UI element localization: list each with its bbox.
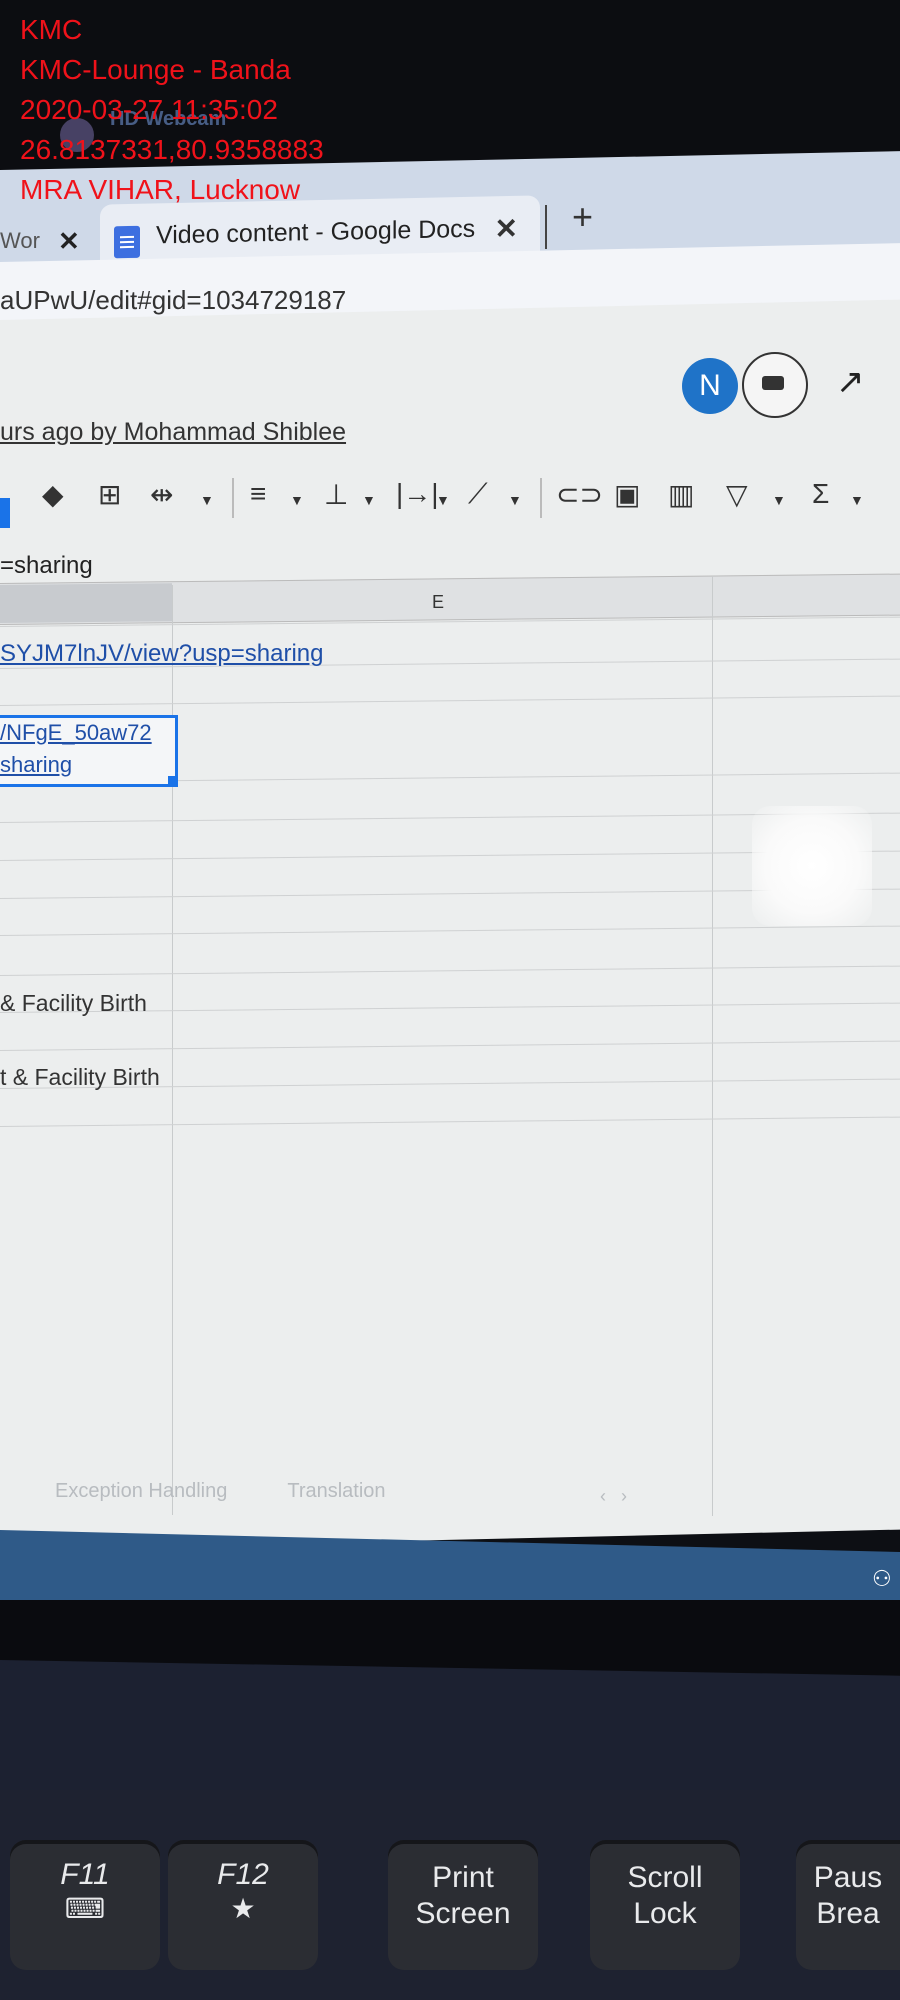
chevron-down-icon[interactable]: ▼ — [200, 492, 214, 508]
key-label: Brea — [816, 1897, 880, 1930]
close-icon[interactable]: ✕ — [495, 212, 518, 245]
key-label: Screen — [415, 1897, 511, 1930]
chevron-down-icon[interactable]: ▼ — [508, 492, 522, 508]
grid-col-line — [712, 576, 713, 1516]
activity-trend-icon[interactable]: ↗ — [836, 362, 865, 402]
insert-comment-icon[interactable]: ▣ — [614, 478, 640, 511]
text-rotate-icon[interactable]: ⟋ — [468, 478, 488, 511]
screen-glare — [752, 806, 872, 926]
insert-link-icon[interactable]: ⊂⊃ — [556, 478, 603, 511]
sheet-tab-exception-handling[interactable]: Exception Handling — [55, 1480, 227, 1502]
borders-icon[interactable]: ⊞ — [98, 478, 121, 511]
cell-link[interactable]: SYJM7lnJV/view?usp=sharing — [0, 640, 324, 668]
column-header-selected[interactable] — [0, 583, 172, 623]
tab-divider — [545, 205, 547, 249]
keyboard-icon: ⌨ — [64, 1893, 106, 1924]
merge-cells-icon[interactable]: ⇹ — [150, 478, 173, 511]
key-label: Scroll — [627, 1861, 703, 1894]
key-scroll-lock[interactable]: Scroll Lock — [590, 1840, 740, 1970]
overlay-coordinates: 26.8137331,80.9358883 — [20, 134, 324, 165]
key-label: F11 — [60, 1858, 110, 1891]
present-chat-icon[interactable] — [742, 352, 808, 418]
text-color-indicator — [0, 498, 10, 528]
text-wrap-icon[interactable]: |→| — [396, 478, 439, 510]
google-docs-icon — [114, 225, 140, 259]
key-label: Paus — [813, 1861, 883, 1894]
camera-overlay: KMC KMC-Lounge - Banda 2020-03-27 11:35:… — [20, 10, 324, 210]
cell-text[interactable]: & Facility Birth — [0, 990, 147, 1017]
key-f12[interactable]: F12 ★ — [168, 1840, 318, 1970]
tab-title: Video content - Google Docs — [156, 214, 476, 250]
browser-tab-inactive[interactable]: Wor ✕ — [0, 215, 80, 267]
insert-chart-icon[interactable]: ▥ — [668, 478, 694, 511]
cell-text[interactable]: t & Facility Birth — [0, 1064, 160, 1091]
key-label: Print — [432, 1861, 494, 1894]
close-icon[interactable]: ✕ — [58, 226, 80, 257]
key-label: F12 — [217, 1858, 269, 1891]
sheet-scroll-arrows-icon[interactable]: ‹ › — [600, 1486, 627, 1507]
fill-handle[interactable] — [168, 776, 177, 785]
last-edit-link[interactable]: urs ago by Mohammad Shiblee — [0, 418, 346, 447]
key-label: Lock — [633, 1897, 697, 1930]
overlay-line-2: KMC-Lounge - Banda — [20, 54, 291, 85]
vertical-align-icon[interactable]: ⊥ — [324, 478, 348, 511]
sheet-tab-bar: Exception Handling Translation — [55, 1480, 446, 1503]
key-pause-break[interactable]: Paus Brea — [796, 1840, 900, 1970]
cell-link[interactable]: sharing — [0, 752, 72, 778]
align-left-icon[interactable]: ≡ — [250, 478, 266, 510]
chevron-down-icon[interactable]: ▼ — [362, 492, 376, 508]
chevron-down-icon[interactable]: ▼ — [290, 492, 304, 508]
tab-title: Wor — [0, 228, 40, 253]
new-tab-button[interactable]: + — [572, 196, 593, 238]
cell-link[interactable]: /NFgE_50aw72 — [0, 720, 152, 746]
star-icon: ★ — [230, 1893, 256, 1924]
chevron-down-icon[interactable]: ▼ — [850, 492, 864, 508]
column-header-e[interactable]: E — [432, 592, 444, 613]
key-f11[interactable]: F11 ⌨ — [10, 1840, 160, 1970]
overlay-location: MRA VIHAR, Lucknow — [20, 174, 301, 205]
toolbar-divider — [232, 478, 234, 518]
overlay-line-1: KMC — [20, 14, 83, 45]
functions-icon[interactable]: Σ — [812, 478, 829, 510]
key-print-screen[interactable]: Print Screen — [388, 1840, 538, 1970]
filter-icon[interactable]: ▽ — [726, 478, 748, 511]
chevron-down-icon[interactable]: ▼ — [436, 492, 450, 508]
sheet-tab-translation[interactable]: Translation — [287, 1480, 385, 1502]
formula-bar[interactable]: =sharing — [0, 552, 93, 580]
address-bar-url[interactable]: aUPwU/edit#gid=1034729187 — [0, 285, 346, 316]
chevron-down-icon[interactable]: ▼ — [772, 492, 786, 508]
toolbar-divider — [540, 478, 542, 518]
people-icon[interactable]: ⚇ — [872, 1566, 892, 1592]
overlay-timestamp: 2020-03-27 11:35:02 — [20, 94, 278, 125]
paint-format-icon[interactable]: ◆ — [42, 478, 64, 511]
avatar[interactable]: N — [682, 358, 738, 414]
